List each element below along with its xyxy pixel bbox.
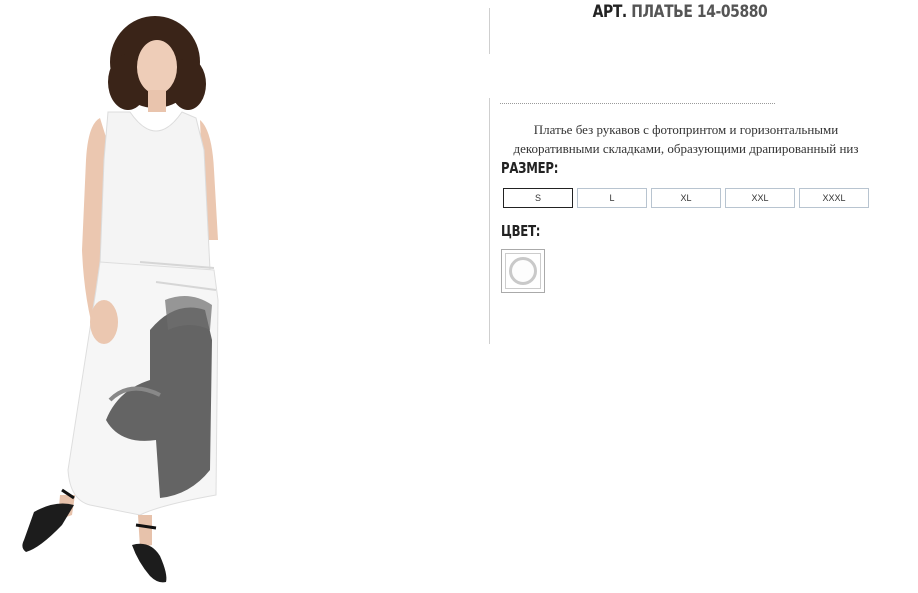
size-selector: S L XL XXL XXXL xyxy=(503,188,869,208)
white-circle-icon xyxy=(509,257,537,285)
size-option-l[interactable]: L xyxy=(577,188,647,208)
size-option-xl[interactable]: XL xyxy=(651,188,721,208)
size-option-s[interactable]: S xyxy=(503,188,573,208)
color-label: ЦВЕТ: xyxy=(501,222,541,240)
divider-top xyxy=(489,8,490,54)
size-option-xxxl[interactable]: XXXL xyxy=(799,188,869,208)
product-title: АРТ. ПЛАТЬЕ 14-05880 xyxy=(532,2,827,22)
swatch-frame xyxy=(505,253,541,289)
size-label: РАЗМЕР: xyxy=(501,159,559,177)
color-swatch-white[interactable] xyxy=(501,249,545,293)
dotted-separator xyxy=(500,103,775,104)
product-description: Платье без рукавов с фотопринтом и гориз… xyxy=(513,122,859,156)
size-option-xxl[interactable]: XXL xyxy=(725,188,795,208)
title-name: ПЛАТЬЕ 14-05880 xyxy=(631,2,768,22)
product-photo xyxy=(0,0,300,593)
divider-mid xyxy=(489,98,490,344)
title-prefix: АРТ. xyxy=(592,2,628,22)
